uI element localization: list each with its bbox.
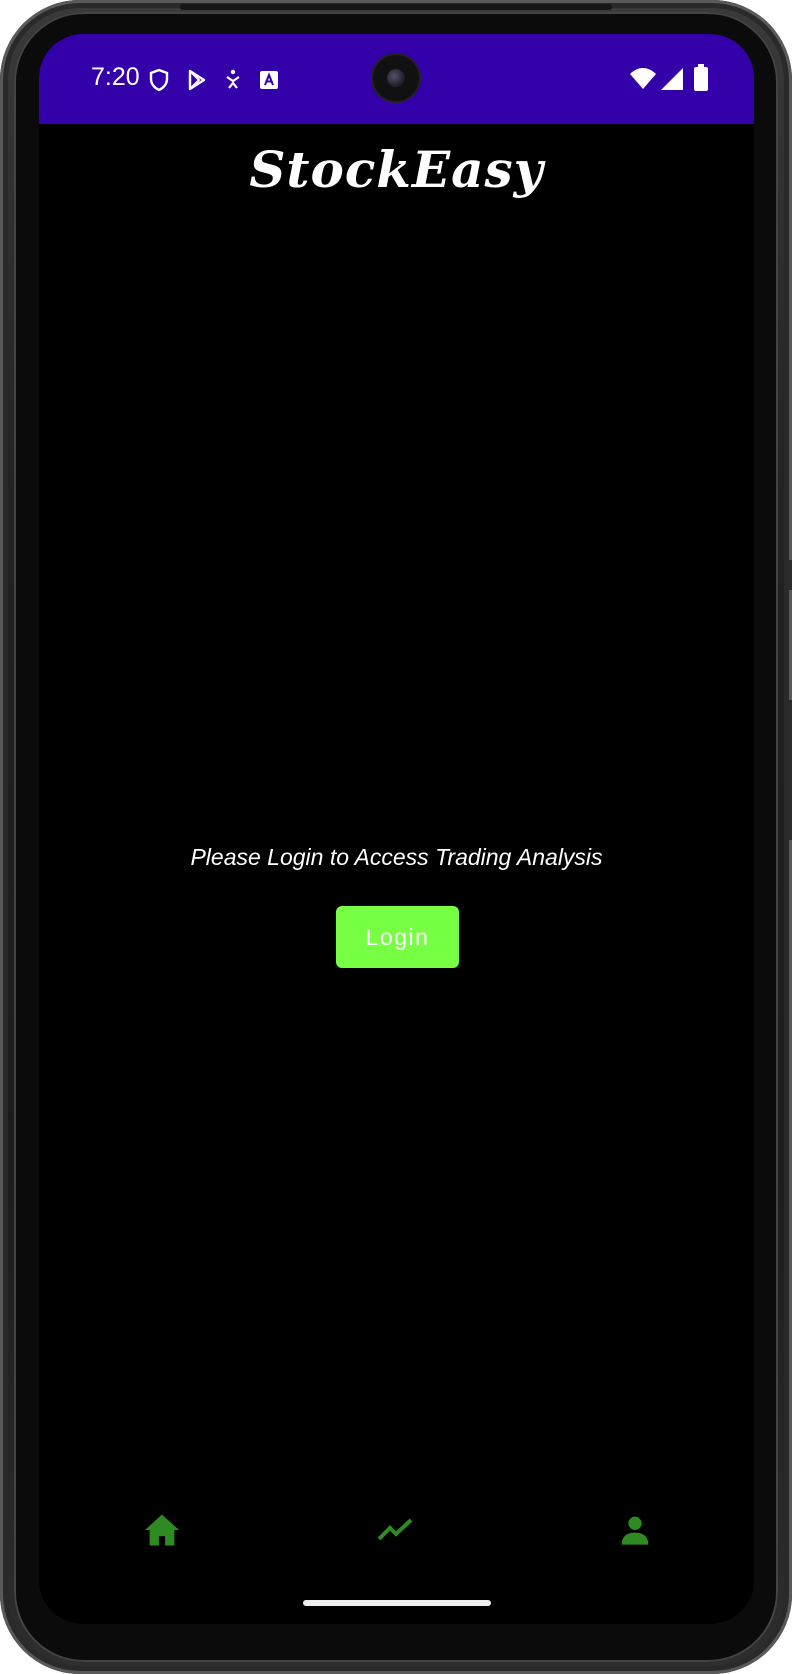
translate-icon [257, 68, 281, 92]
battery-icon [693, 64, 709, 92]
speaker-grille [180, 4, 612, 10]
signal-icon [659, 66, 685, 92]
login-button[interactable]: Login [336, 906, 459, 968]
person-icon [619, 1514, 651, 1550]
nav-home[interactable] [140, 1510, 184, 1554]
app-title: StockEasy [249, 140, 544, 199]
shield-icon [147, 68, 171, 92]
wifi-icon [629, 66, 657, 92]
play-store-icon [185, 68, 209, 92]
front-camera [373, 55, 419, 101]
screen: 7:20 StockEasy Please Login to Access Tr… [39, 34, 754, 1624]
login-prompt: Please Login to Access Trading Analysis [190, 844, 603, 870]
nav-trading[interactable] [374, 1510, 418, 1554]
home-icon [143, 1513, 181, 1551]
trending-up-icon [377, 1517, 415, 1547]
home-indicator[interactable] [303, 1600, 491, 1606]
side-button [788, 560, 792, 590]
status-bar: 7:20 [39, 34, 754, 124]
accessibility-icon [221, 68, 245, 92]
volume-button [788, 700, 792, 840]
phone-frame: 7:20 StockEasy Please Login to Access Tr… [0, 0, 792, 1674]
status-time: 7:20 [91, 63, 140, 91]
nav-profile[interactable] [613, 1510, 657, 1554]
